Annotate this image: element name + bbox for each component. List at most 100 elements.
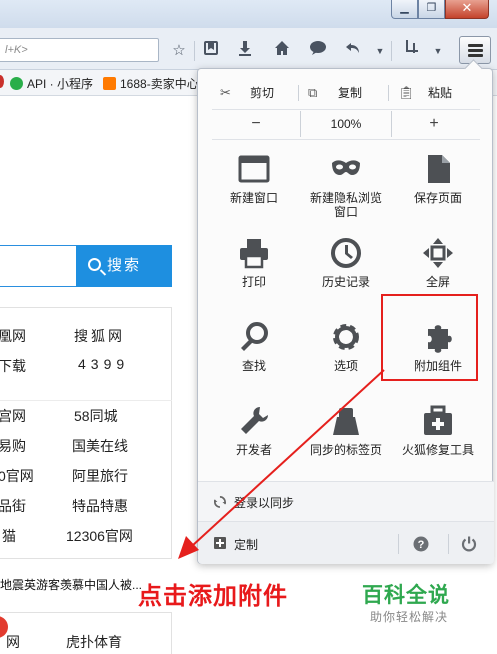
site-link[interactable]: 4399	[78, 356, 129, 372]
site-link[interactable]: 品街	[0, 496, 26, 516]
site-link[interactable]: 搜狐网	[74, 326, 125, 346]
close-window-button[interactable]: ✕	[445, 0, 489, 19]
repair-tool-label: 火狐修复工具	[401, 443, 474, 457]
fullscreen-icon	[423, 238, 453, 268]
print-label: 打印	[241, 275, 266, 289]
options-label: 选项	[333, 359, 358, 373]
undo-dropdown-icon[interactable]: ▼	[375, 40, 385, 62]
save-page-label: 保存页面	[413, 191, 462, 205]
developer-label: 开发者	[235, 443, 272, 457]
site-link[interactable]: 猫	[2, 526, 16, 546]
toolbar-separator	[391, 41, 392, 61]
help-icon: ?	[413, 536, 429, 552]
clipboard-icon: 📋︎	[398, 85, 415, 100]
edit-controls: ✂ 剪切 ⧉ 复制 📋︎ 粘贴	[212, 79, 480, 107]
synced-tabs-icon	[333, 408, 359, 435]
search-button[interactable]: 搜索	[76, 245, 172, 287]
address-bar-placeholder: l+K>	[5, 44, 28, 56]
print-button[interactable]: 打印	[208, 237, 300, 317]
new-private-window-button[interactable]: 新建隐私浏览 窗口	[300, 153, 392, 233]
bookmark-item[interactable]: 1688-卖家中心	[103, 75, 199, 92]
history-button[interactable]: 历史记录	[300, 237, 392, 317]
find-button[interactable]: 查找	[208, 321, 300, 401]
site-link[interactable]: 下载	[0, 356, 26, 376]
bookmarks-menu-icon[interactable]	[200, 40, 222, 62]
magnifier-icon	[241, 322, 268, 351]
plus-box-icon	[214, 537, 226, 549]
site-link[interactable]: 0官网	[0, 466, 34, 486]
zoom-in-button[interactable]: +	[404, 111, 464, 137]
synced-tabs-button[interactable]: 同步的标签页	[300, 405, 392, 485]
1688-icon	[103, 77, 116, 90]
minimize-button[interactable]: ▁	[391, 0, 418, 19]
site-link[interactable]: 12306官网	[66, 526, 133, 546]
gear-icon	[333, 324, 359, 350]
open-menu-button[interactable]	[459, 36, 491, 64]
sign-in-to-sync-button[interactable]: 登录以同步	[198, 481, 494, 521]
sync-icon	[214, 496, 226, 508]
printer-icon	[240, 239, 268, 269]
bookmark-partial[interactable]	[0, 75, 8, 89]
sign-in-label: 登录以同步	[234, 496, 295, 510]
title-bar: ▁ ❐ ✕	[0, 0, 497, 28]
menu-footer: 定制 ?	[198, 521, 494, 564]
svg-text:?: ?	[418, 539, 425, 551]
repair-tool-button[interactable]: 火狐修复工具	[392, 405, 484, 485]
site-link[interactable]: 网	[6, 632, 20, 652]
site-link[interactable]: 58同城	[74, 406, 118, 426]
site-link[interactable]: 宫网	[0, 406, 26, 426]
chat-icon[interactable]	[307, 40, 329, 62]
cut-label: 剪切	[250, 86, 275, 100]
bookmark-item[interactable]: API · 小程序	[10, 75, 93, 92]
toolbox-icon	[424, 405, 452, 435]
paste-button[interactable]: 📋︎ 粘贴	[398, 79, 452, 107]
bookmark-star-icon[interactable]: ☆	[168, 40, 190, 62]
customize-label: 定制	[234, 538, 259, 552]
power-icon	[461, 536, 477, 552]
bookmark-label: API · 小程序	[27, 77, 94, 91]
site-link[interactable]: 虎扑体育	[66, 632, 122, 652]
synced-tabs-label: 同步的标签页	[309, 443, 382, 457]
site-link[interactable]: 特品特惠	[72, 496, 128, 516]
customize-button[interactable]: 定制	[198, 522, 398, 565]
site-link[interactable]: 易购	[0, 436, 26, 456]
hamburger-icon	[468, 44, 483, 47]
document-icon	[428, 155, 450, 183]
mask-icon	[332, 160, 360, 175]
zoom-reset-button[interactable]: 100%	[300, 111, 392, 137]
developer-button[interactable]: 开发者	[208, 405, 300, 485]
bookmark-favicon	[0, 75, 4, 88]
new-private-window-label: 新建隐私浏览 窗口	[309, 191, 382, 219]
divider	[212, 139, 480, 140]
address-bar[interactable]: l+K>	[0, 38, 159, 62]
search-input[interactable]	[0, 245, 76, 287]
copy-button[interactable]: ⧉ 复制	[308, 79, 362, 107]
crop-dropdown-icon[interactable]: ▼	[433, 40, 443, 62]
divider	[298, 85, 299, 101]
restore-icon: ❐	[426, 2, 437, 14]
undo-icon[interactable]	[342, 40, 364, 62]
download-icon[interactable]	[234, 40, 256, 62]
save-page-button[interactable]: 保存页面	[392, 153, 484, 233]
cut-button[interactable]: ✂ 剪切	[220, 79, 274, 107]
zoom-out-button[interactable]: −	[226, 111, 286, 137]
copy-label: 复制	[338, 86, 363, 100]
site-link[interactable]: 凰网	[0, 326, 26, 346]
options-button[interactable]: 选项	[300, 321, 392, 401]
site-link[interactable]: 阿里旅行	[72, 466, 128, 486]
bookmark-label: 1688-卖家中心	[120, 77, 199, 91]
new-window-button[interactable]: 新建窗口	[208, 153, 300, 233]
home-icon[interactable]	[271, 40, 293, 62]
divider	[0, 400, 172, 401]
toolbar-separator	[194, 41, 195, 61]
site-link[interactable]: 国美在线	[72, 436, 128, 456]
crop-icon[interactable]	[400, 40, 422, 62]
window-controls: ▁ ❐ ✕	[391, 0, 489, 20]
find-label: 查找	[241, 359, 266, 373]
scissors-icon: ✂	[220, 85, 231, 100]
help-button[interactable]: ?	[410, 534, 432, 554]
paste-label: 粘贴	[428, 86, 453, 100]
nav-toolbar: l+K> ☆ ▼ ▼	[0, 28, 497, 70]
quit-button[interactable]	[458, 534, 480, 554]
maximize-button[interactable]: ❐	[418, 0, 445, 19]
